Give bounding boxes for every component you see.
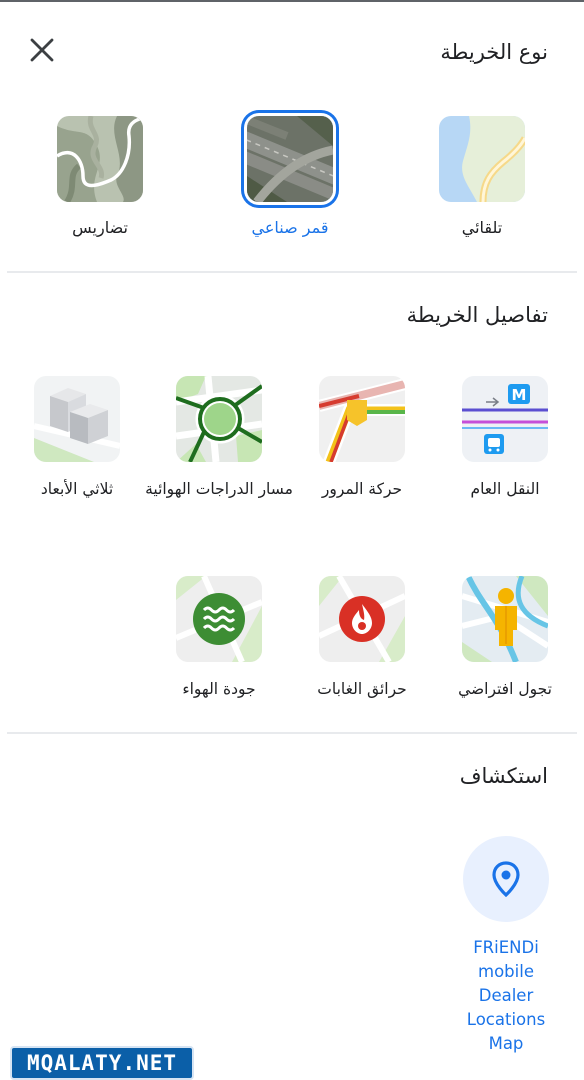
detail-label: النقل العام (470, 480, 540, 498)
map-details-title: تفاصيل الخريطة (406, 303, 548, 327)
map-type-label: تلقائي (461, 218, 503, 237)
satellite-map-thumbnail (247, 116, 333, 202)
map-type-satellite[interactable]: قمر صناعي (230, 116, 350, 237)
map-type-label: قمر صناعي (251, 218, 329, 237)
map-type-default[interactable]: تلقائي (422, 116, 542, 237)
terrain-map-thumbnail (57, 116, 143, 202)
detail-label: مسار الدراجات الهوائية (145, 480, 293, 498)
detail-label: حركة المرور (321, 480, 403, 498)
close-icon (30, 38, 54, 62)
divider (7, 271, 577, 273)
detail-label: حرائق الغابات (317, 680, 407, 698)
explore-item-icon-circle (463, 836, 549, 922)
explore-item[interactable]: FRiENDi mobile Dealer Locations Map (446, 836, 566, 1056)
watermark-logo: MQALATY.NET (10, 1046, 194, 1080)
detail-street-view[interactable]: تجول افتراضي (440, 576, 570, 701)
close-button[interactable] (24, 32, 60, 68)
detail-wildfires[interactable]: حرائق الغابات (297, 576, 427, 701)
watermark-text: MQALATY.NET (26, 1051, 178, 1075)
traffic-thumbnail (319, 376, 405, 462)
detail-transit[interactable]: M النقل العام (440, 376, 570, 501)
svg-text:M: M (512, 386, 527, 404)
detail-label: جودة الهواء (182, 680, 256, 698)
wildfires-thumbnail (319, 576, 405, 662)
biking-thumbnail (176, 376, 262, 462)
3d-thumbnail (34, 376, 120, 462)
street-view-thumbnail (462, 576, 548, 662)
detail-label: ثلاثي الأبعاد (40, 480, 114, 498)
detail-air-quality[interactable]: جودة الهواء (154, 576, 284, 701)
detail-traffic[interactable]: حركة المرور (297, 376, 427, 501)
location-pin-icon (492, 861, 520, 897)
detail-3d[interactable]: ثلاثي الأبعاد (12, 376, 142, 501)
air-quality-thumbnail (176, 576, 262, 662)
map-type-title: نوع الخريطة (440, 40, 548, 64)
explore-title: استكشاف (459, 764, 548, 788)
transit-thumbnail: M (462, 376, 548, 462)
detail-label: تجول افتراضي (458, 680, 552, 698)
explore-item-label: FRiENDi mobile Dealer Locations Map (466, 938, 546, 1053)
divider (7, 732, 577, 734)
default-map-thumbnail (439, 116, 525, 202)
map-type-label: تضاريس (72, 218, 128, 237)
top-edge-line (0, 0, 584, 2)
detail-biking[interactable]: مسار الدراجات الهوائية (145, 376, 293, 501)
map-type-terrain[interactable]: تضاريس (40, 116, 160, 237)
